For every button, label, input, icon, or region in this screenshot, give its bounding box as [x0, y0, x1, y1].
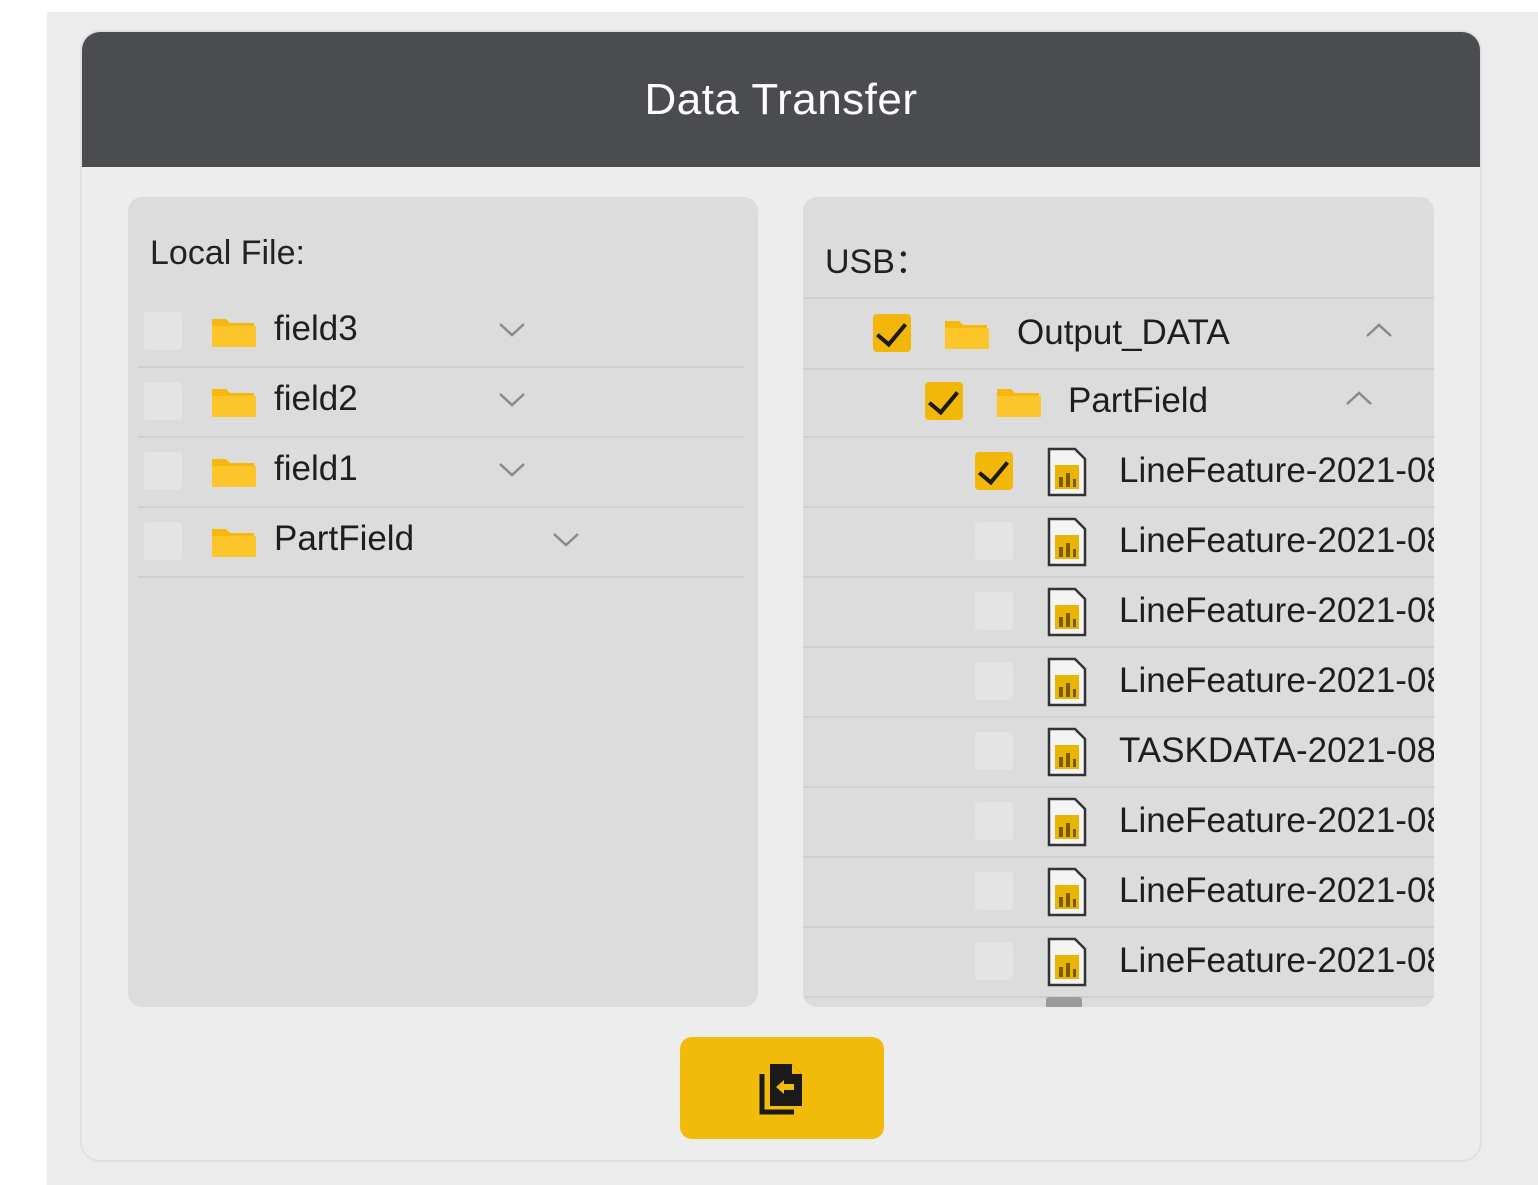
usb-list-item[interactable]: TASKDATA-2021-08 [803, 717, 1434, 788]
usb-item-checkbox[interactable] [975, 592, 1013, 630]
usb-item-name: LineFeature-2021-08 [1119, 591, 1434, 630]
local-item-name: field2 [274, 379, 358, 418]
local-item-name: field3 [274, 309, 358, 348]
file-icon [1047, 657, 1087, 707]
local-file-header: Local File: [150, 234, 305, 272]
usb-item-checkbox[interactable] [925, 382, 963, 420]
usb-list-item[interactable]: LineFeature-2021-08 [803, 437, 1434, 508]
local-item-checkbox[interactable] [144, 382, 182, 420]
local-item-name: PartField [274, 519, 415, 558]
folder-icon [997, 389, 1041, 417]
usb-item-checkbox[interactable] [873, 314, 911, 352]
local-list-item[interactable]: PartField [138, 507, 744, 578]
usb-item-name: TASKDATA-2021-08 [1119, 731, 1434, 770]
usb-panel: USB： Output_DATA PartField LineFeature-2… [803, 197, 1434, 1007]
chevron-down-icon[interactable] [498, 319, 526, 339]
chevron-down-icon[interactable] [498, 389, 526, 409]
usb-item-checkbox[interactable] [975, 662, 1013, 700]
transfer-to-local-button[interactable] [680, 1037, 884, 1139]
usb-item-name: PartField [1068, 381, 1209, 420]
file-icon [1047, 517, 1087, 567]
local-file-panel: Local File: field3 field2 field1 PartFie… [128, 197, 758, 1007]
local-item-checkbox[interactable] [144, 312, 182, 350]
chevron-up-icon[interactable] [1365, 321, 1393, 341]
folder-icon [212, 529, 256, 557]
file-icon [1047, 447, 1087, 497]
local-item-checkbox[interactable] [144, 452, 182, 490]
data-transfer-dialog: Data Transfer Local File: field3 field2 [82, 32, 1480, 1160]
usb-item-name: LineFeature-2021-08 [1119, 941, 1434, 980]
file-icon [1047, 937, 1087, 987]
usb-item-checkbox[interactable] [975, 452, 1013, 490]
next-file-icon-peek [1046, 997, 1082, 1007]
folder-icon [212, 389, 256, 417]
usb-list-item[interactable]: LineFeature-2021-08 [803, 857, 1434, 928]
file-icon [1047, 797, 1087, 847]
copy-to-local-icon [759, 1064, 802, 1115]
local-item-checkbox[interactable] [144, 522, 182, 560]
usb-item-name: LineFeature-2021-08 [1119, 451, 1434, 490]
usb-list-item[interactable]: LineFeature-2021-08 [803, 927, 1434, 998]
usb-item-checkbox[interactable] [975, 732, 1013, 770]
usb-list-item[interactable]: LineFeature-2021-08 [803, 647, 1434, 718]
local-list-item[interactable]: field2 [138, 367, 744, 438]
local-list-item[interactable]: field1 [138, 437, 744, 508]
folder-icon [945, 321, 989, 349]
usb-item-checkbox[interactable] [975, 872, 1013, 910]
usb-item-name: Output_DATA [1017, 313, 1230, 352]
usb-item-name: LineFeature-2021-08 [1119, 871, 1434, 910]
usb-item-checkbox[interactable] [975, 522, 1013, 560]
dialog-title: Data Transfer [82, 32, 1480, 167]
chevron-down-icon[interactable] [552, 529, 580, 549]
local-item-name: field1 [274, 449, 358, 488]
usb-item-name: LineFeature-2021-08 [1119, 521, 1434, 560]
folder-icon [212, 319, 256, 347]
file-icon [1047, 587, 1087, 637]
file-icon [1047, 867, 1087, 917]
usb-list-item[interactable]: Output_DATA [803, 297, 1434, 370]
folder-icon [212, 459, 256, 487]
local-list-item[interactable]: field3 [138, 297, 744, 368]
file-icon [1047, 727, 1087, 777]
usb-list-item[interactable]: LineFeature-2021-08 [803, 507, 1434, 578]
usb-header: USB： [825, 243, 929, 281]
chevron-up-icon[interactable] [1345, 389, 1373, 409]
usb-list-item[interactable]: LineFeature-2021-08 [803, 787, 1434, 858]
usb-item-name: LineFeature-2021-08 [1119, 661, 1434, 700]
usb-item-checkbox[interactable] [975, 802, 1013, 840]
usb-list-item[interactable]: LineFeature-2021-08 [803, 577, 1434, 648]
usb-list-item[interactable]: PartField [803, 367, 1434, 438]
usb-item-checkbox[interactable] [975, 942, 1013, 980]
chevron-down-icon[interactable] [498, 459, 526, 479]
usb-item-name: LineFeature-2021-08 [1119, 801, 1434, 840]
